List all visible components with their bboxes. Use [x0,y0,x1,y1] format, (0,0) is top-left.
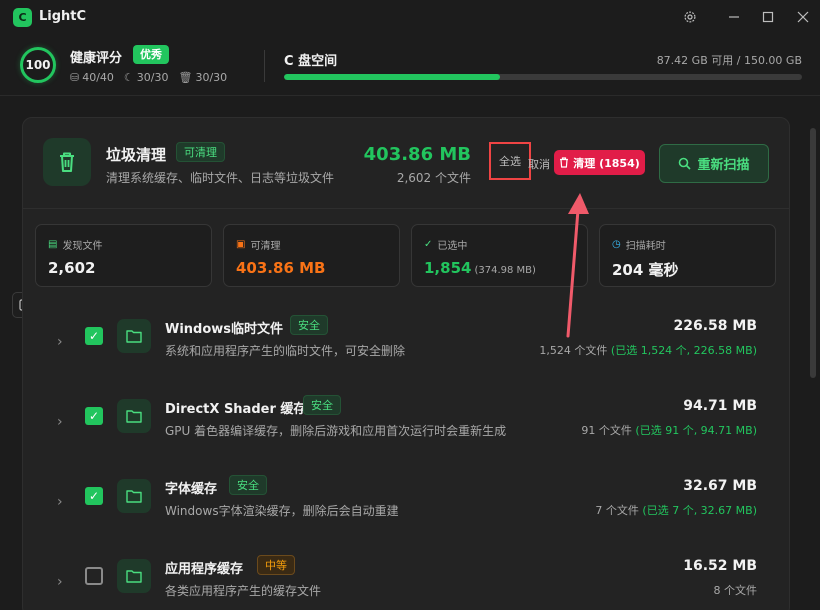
minimize-button[interactable] [723,6,745,28]
item-size: 226.58 MB [673,318,757,334]
chevron-right-icon[interactable]: › [57,334,63,350]
stat-card-cleanable: ▣ 可清理 403.86 MB [223,224,400,287]
app-title: LightC [39,9,87,24]
stat-disk: ⛁ 40/40 [70,71,114,84]
moon-icon: ☾ [123,71,134,84]
trash-icon [560,157,569,168]
cleaner-description: 清理系统缓存、临时文件、日志等垃圾文件 [106,171,335,185]
item-title: 字体缓存 [165,482,218,497]
deselect-button[interactable]: 取消 [528,156,550,172]
list-item[interactable]: › ✓ DirectX Shader 缓存 安全 GPU 着色器编译缓存，删除后… [23,395,789,478]
item-files: 91 个文件 (已选 91 个, 94.71 MB) [581,424,757,437]
trash-icon: ▣ [236,239,246,250]
item-checkbox[interactable]: ✓ [85,407,103,425]
item-description: Windows字体渲染缓存，删除后会自动重建 [165,504,399,518]
stat-card-duration: ◷ 扫描耗时 204 毫秒 [599,224,776,287]
select-all-button[interactable]: 全选 [489,142,531,180]
stat-card-found: ▤ 发现文件 2,602 [35,224,212,287]
clean-button[interactable]: 清理 (1854) [554,150,645,175]
chevron-right-icon[interactable]: › [57,574,63,590]
junk-cleaner-panel: 垃圾清理 可清理 清理系统缓存、临时文件、日志等垃圾文件 403.86 MB 2… [22,117,790,610]
cleaner-total-size: 403.86 MB [363,144,471,165]
item-description: 各类应用程序产生的缓存文件 [165,584,322,598]
item-files: 1,524 个文件 (已选 1,524 个, 226.58 MB) [539,344,757,357]
disk-info: 87.42 GB 可用 / 150.00 GB [656,54,802,67]
cleaner-status-badge: 可清理 [176,142,225,162]
folder-icon [117,479,151,513]
folder-icon [117,399,151,433]
chevron-right-icon[interactable]: › [57,414,63,430]
stat-trash: 🗑 30/30 [178,71,228,84]
item-size: 94.71 MB [683,398,757,414]
header-divider [264,50,265,82]
item-size: 32.67 MB [683,478,757,494]
safety-badge: 安全 [303,395,341,415]
list-item[interactable]: › ✓ 字体缓存 安全 Windows字体渲染缓存，删除后会自动重建 32.67… [23,475,789,558]
rescan-button-label: 重新扫描 [697,158,750,173]
check-circle-icon: ✓ [424,239,433,250]
disk-usage-fill [284,74,500,80]
chevron-right-icon[interactable]: › [57,494,63,510]
cleaner-total-files: 2,602 个文件 [396,171,471,185]
settings-gear-icon[interactable] [679,6,701,28]
health-stats: ⛁ 40/40 ☾ 30/30 🗑 30/30 [70,71,227,84]
close-button[interactable] [792,6,814,28]
health-title: 健康评分 [70,51,123,66]
item-checkbox[interactable]: ✓ [85,487,103,505]
disk-usage-bar [284,74,802,80]
disk-title: C 盘空间 [284,54,338,69]
health-badge: 优秀 [133,45,169,64]
panel-divider [23,208,789,209]
maximize-button[interactable] [757,6,779,28]
folder-icon [117,559,151,593]
folder-icon [117,319,151,353]
clean-button-label: 清理 (1854) [573,156,640,170]
stat-card-selected: ✓ 已选中 1,854 (374.98 MB) [411,224,588,287]
health-score-ring: 100 [20,47,56,83]
title-bar: C LightC [0,0,820,34]
health-header: 100 健康评分 优秀 ⛁ 40/40 ☾ 30/30 🗑 30/30 C 盘空间 8… [0,36,820,96]
cleaner-title: 垃圾清理 [106,146,167,164]
trash-icon: 🗑 [178,71,193,84]
list-item[interactable]: › 应用程序缓存 中等 各类应用程序产生的缓存文件 16.52 MB 8 个文件 [23,555,789,610]
item-checkbox[interactable]: ✓ [85,327,103,345]
item-title: 应用程序缓存 [165,562,244,577]
scrollbar[interactable] [810,128,816,378]
file-icon: ▤ [48,239,58,250]
safety-badge: 中等 [257,555,295,575]
drive-icon: ⛁ [70,71,80,84]
clock-icon: ◷ [612,239,621,250]
item-size: 16.52 MB [683,558,757,574]
search-icon [679,157,692,170]
item-files: 7 个文件 (已选 7 个, 32.67 MB) [595,504,757,517]
item-description: 系统和应用程序产生的临时文件，可安全删除 [165,344,406,358]
item-files: 8 个文件 [713,584,758,597]
safety-badge: 安全 [290,315,328,335]
item-title: Windows临时文件 [165,322,284,337]
list-item[interactable]: › ✓ Windows临时文件 安全 系统和应用程序产生的临时文件，可安全删除 … [23,315,789,398]
app-logo-icon: C [13,8,32,27]
rescan-button[interactable]: 重新扫描 [659,144,769,183]
item-checkbox[interactable] [85,567,103,585]
trash-icon [43,138,91,186]
item-description: GPU 着色器编译缓存，删除后游戏和应用首次运行时会重新生成 [165,424,507,438]
safety-badge: 安全 [229,475,267,495]
item-title: DirectX Shader 缓存 [165,402,307,417]
stat-memory: ☾ 30/30 [123,71,169,84]
